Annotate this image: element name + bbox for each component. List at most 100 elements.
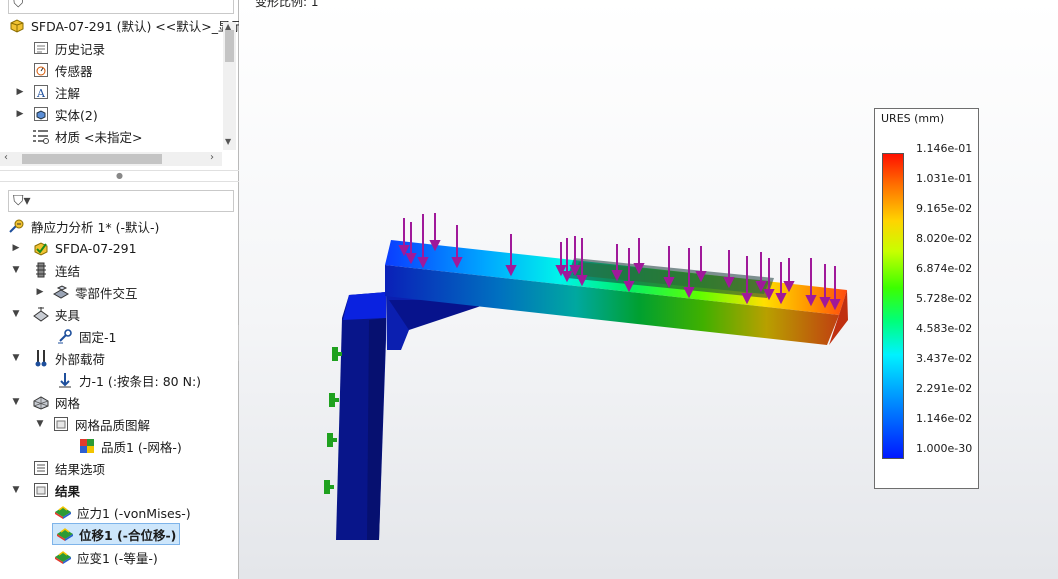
- annotation-icon: A: [32, 83, 50, 101]
- tree-item-label: 应力1 (-vonMises-): [77, 505, 191, 521]
- tree-item-mesh[interactable]: ▼ 网格: [10, 391, 80, 413]
- tree-root-part[interactable]: SFDA-07-291 (默认) <<默认>_显示: [8, 14, 243, 36]
- tree-item-material[interactable]: 材质 <未指定>: [32, 125, 142, 147]
- tree-item-label: 外部载荷: [55, 351, 106, 367]
- ures-legend[interactable]: URES (mm) 1.146e-01 1.031e-01 9.165e-02 …: [874, 108, 979, 489]
- tree-item-quality-1[interactable]: 品质1 (-网格-): [78, 435, 182, 457]
- fixed-geometry-icon: [56, 327, 74, 345]
- tree-item-label: 材质 <未指定>: [55, 129, 143, 145]
- stress-plot-icon: [54, 503, 72, 521]
- tree-item-results[interactable]: ▼ 结果: [10, 479, 80, 501]
- tree-item-label: 品质1 (-网格-): [101, 439, 182, 455]
- scroll-thumb[interactable]: [22, 154, 162, 164]
- expand-arrow-icon[interactable]: ▶: [10, 243, 22, 253]
- displacement-plot-icon: [56, 525, 74, 543]
- history-icon: [32, 39, 50, 57]
- collapse-arrow-icon[interactable]: ▼: [10, 353, 22, 363]
- tree-item-label: 历史记录: [55, 41, 106, 57]
- solid-bodies-icon: [32, 105, 50, 123]
- tree-item-stress-1[interactable]: 应力1 (-vonMises-): [54, 501, 191, 523]
- mesh-quality-plot-icon: [78, 437, 96, 455]
- tree-item-connections[interactable]: ▼ 连结: [10, 259, 80, 281]
- tree-item-displacement-1-selected[interactable]: 位移1 (-合位移-): [52, 523, 181, 545]
- collapse-arrow-icon[interactable]: ▼: [10, 309, 22, 319]
- tree-item-label: 连结: [55, 263, 81, 279]
- feature-manager-panel: ⛉ SFDA-07-291 (默认) <<默认>_显示 历史记录 传感器 ▶ A…: [0, 0, 243, 579]
- filter-box-top[interactable]: ⛉: [8, 0, 234, 14]
- connections-icon: [32, 261, 50, 279]
- tree-item-label: SFDA-07-291: [55, 240, 137, 256]
- tree-item-label: 实体(2): [55, 107, 98, 123]
- legend-value: 1.146e-02: [916, 412, 973, 425]
- legend-value: 9.165e-02: [916, 202, 973, 215]
- sensor-icon: [32, 61, 50, 79]
- collapse-arrow-icon[interactable]: ▼: [34, 419, 46, 429]
- tree-item-sensors[interactable]: 传感器: [32, 59, 93, 81]
- scroll-right-icon[interactable]: ›: [210, 152, 214, 163]
- tree-item-fixtures[interactable]: ▼ 夹具: [10, 303, 80, 325]
- tree-item-strain-1[interactable]: 应变1 (-等量-): [54, 546, 158, 568]
- legend-value: 4.583e-02: [916, 322, 973, 335]
- collapse-arrow-icon[interactable]: ▼: [10, 485, 22, 495]
- filter-icon[interactable]: ⛉▾: [13, 193, 31, 209]
- fixtures-icon: [32, 305, 50, 323]
- tree-item-force-1[interactable]: 力-1 (:按条目: 80 N:): [56, 369, 201, 391]
- component-interaction-icon: [52, 283, 70, 301]
- expand-arrow-icon[interactable]: ▶: [14, 109, 26, 119]
- collapse-arrow-icon[interactable]: ▼: [10, 397, 22, 407]
- scroll-left-icon[interactable]: ‹: [4, 152, 8, 163]
- legend-value: 1.000e-30: [916, 442, 973, 455]
- top-tree-vertical-scrollbar[interactable]: ▲ ▼: [223, 22, 236, 150]
- tree-item-label: 应变1 (-等量-): [77, 550, 158, 566]
- tree-item-part[interactable]: ▶ SFDA-07-291: [10, 237, 137, 259]
- result-options-icon: [32, 459, 50, 477]
- external-loads-icon: [32, 349, 50, 367]
- tree-item-label: 位移1 (-合位移-): [79, 527, 177, 543]
- legend-color-bar: [882, 153, 904, 459]
- tree-item-history[interactable]: 历史记录: [32, 37, 105, 59]
- filter-icon[interactable]: ⛉: [13, 0, 24, 11]
- scroll-thumb[interactable]: [225, 30, 234, 62]
- material-icon: [32, 127, 50, 145]
- tree-item-label: 零部件交互: [75, 285, 138, 301]
- tree-item-label: 力-1 (:按条目: 80 N:): [79, 373, 202, 389]
- expand-arrow-icon[interactable]: ▶: [34, 287, 46, 297]
- tree-item-label: 夹具: [55, 307, 81, 323]
- part-check-icon: [32, 239, 50, 257]
- legend-value: 3.437e-02: [916, 352, 973, 365]
- filter-box-simulation[interactable]: ⛉▾: [8, 190, 234, 212]
- tree-item-bodies[interactable]: ▶ 实体(2): [14, 103, 98, 125]
- tree-item-label: 结果: [55, 483, 81, 499]
- mesh-icon: [32, 393, 50, 411]
- legend-value: 1.031e-01: [916, 172, 973, 185]
- tree-item-label: 网格品质图解: [75, 417, 151, 433]
- tree-item-label: 静应力分析 1* (-默认-): [31, 219, 160, 235]
- part-icon: [8, 16, 26, 34]
- scroll-down-icon[interactable]: ▼: [225, 137, 231, 146]
- tree-item-study[interactable]: 静应力分析 1* (-默认-): [8, 215, 159, 237]
- force-arrow-icon: [56, 371, 74, 389]
- panel-splitter[interactable]: ●: [0, 170, 239, 182]
- svg-text:A: A: [36, 87, 46, 100]
- tree-item-label: 网格: [55, 395, 81, 411]
- part-root-label: SFDA-07-291 (默认) <<默认>_显示: [31, 18, 243, 34]
- tree-item-component-interaction[interactable]: ▶ 零部件交互: [34, 281, 138, 303]
- tree-item-result-options[interactable]: 结果选项: [32, 457, 105, 479]
- tree-item-label: 传感器: [55, 63, 93, 79]
- tree-item-label: 结果选项: [55, 461, 106, 477]
- legend-value: 5.728e-02: [916, 292, 973, 305]
- collapse-arrow-icon[interactable]: ▼: [10, 265, 22, 275]
- tree-item-fixed-1[interactable]: 固定-1: [56, 325, 116, 347]
- expand-arrow-icon[interactable]: ▶: [14, 87, 26, 97]
- plot-folder-icon: [52, 415, 70, 433]
- results-folder-icon: [32, 481, 50, 499]
- legend-title: URES (mm): [881, 112, 945, 125]
- tree-item-annotations[interactable]: ▶ A 注解: [14, 81, 80, 103]
- tree-item-mesh-quality-plot[interactable]: ▼ 网格品质图解: [34, 413, 150, 435]
- legend-value: 2.291e-02: [916, 382, 973, 395]
- tree-item-external-loads[interactable]: ▼ 外部载荷: [10, 347, 105, 369]
- top-tree-horizontal-scrollbar[interactable]: ‹ ›: [0, 152, 222, 166]
- tree-item-label: 固定-1: [79, 329, 117, 345]
- static-study-icon: [8, 217, 26, 235]
- strain-plot-icon: [54, 548, 72, 566]
